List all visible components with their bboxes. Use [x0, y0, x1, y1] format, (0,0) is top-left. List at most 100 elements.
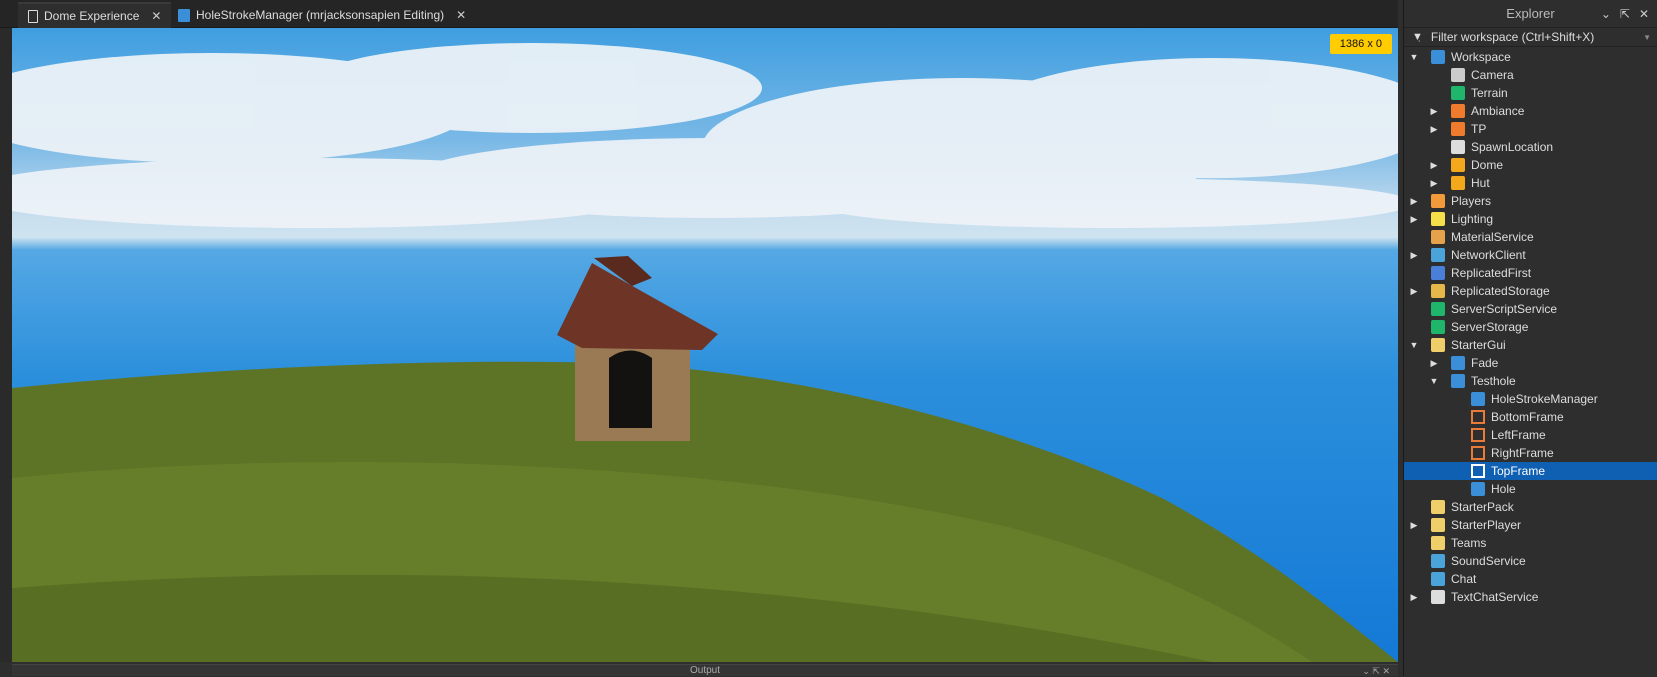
expand-arrow-icon[interactable]: ▶ — [1409, 286, 1419, 297]
startergui-icon — [1431, 338, 1445, 352]
local-script-icon — [178, 8, 190, 22]
holestrokemanager-icon — [1471, 392, 1485, 406]
tree-item-testhole[interactable]: ▼ Testhole — [1404, 372, 1657, 390]
output-panel-header[interactable]: Output ⌄ ⇱ ✕ — [12, 664, 1398, 676]
expand-arrow-icon[interactable]: ▶ — [1429, 358, 1439, 369]
tree-item-label: Dome — [1471, 158, 1504, 172]
tree-item-label: StarterGui — [1451, 338, 1506, 352]
tab-dome-experience[interactable]: Dome Experience ✕ — [18, 2, 172, 28]
serverscriptservice-icon — [1431, 302, 1445, 316]
output-title: Output — [689, 665, 721, 676]
tree-item-networkclient[interactable]: ▶ NetworkClient — [1404, 246, 1657, 264]
tree-item-chat[interactable]: Chat — [1404, 570, 1657, 588]
tree-item-label: Chat — [1451, 572, 1477, 586]
chevron-down-icon[interactable]: ⌄ — [1601, 7, 1611, 21]
tree-item-hole[interactable]: Hole — [1404, 480, 1657, 498]
tree-item-textchatservice[interactable]: ▶ TextChatService — [1404, 588, 1657, 606]
tree-item-holestrokemanager[interactable]: HoleStrokeManager — [1404, 390, 1657, 408]
tree-item-label: ReplicatedStorage — [1451, 284, 1550, 298]
tree-item-ambiance[interactable]: ▶ Ambiance — [1404, 102, 1657, 120]
hut-icon — [1451, 176, 1465, 190]
spawnlocation-icon — [1451, 140, 1465, 154]
fade-icon — [1451, 356, 1465, 370]
dome-icon — [1451, 158, 1465, 172]
tab-holestrokemanager[interactable]: HoleStrokeManager (mrjacksonsapien Editi… — [168, 2, 476, 28]
close-tab-icon[interactable]: ✕ — [456, 8, 466, 22]
tree-item-lighting[interactable]: ▶ Lighting — [1404, 210, 1657, 228]
tree-item-players[interactable]: ▶ Players — [1404, 192, 1657, 210]
expand-arrow-icon[interactable]: ▶ — [1429, 106, 1439, 117]
leftframe-icon — [1471, 428, 1485, 442]
tree-item-starterpack[interactable]: StarterPack — [1404, 498, 1657, 516]
collapse-arrow-icon[interactable]: ▼ — [1409, 52, 1419, 62]
filter-icon[interactable]: ▼̣ — [1412, 31, 1423, 43]
close-icon[interactable]: ✕ — [1639, 7, 1649, 21]
expand-arrow-icon[interactable]: ▶ — [1409, 520, 1419, 531]
chat-icon — [1431, 572, 1445, 586]
tree-item-serverscriptservice[interactable]: ServerScriptService — [1404, 300, 1657, 318]
tree-item-label: TP — [1471, 122, 1487, 136]
filter-placeholder: Filter workspace (Ctrl+Shift+X) — [1430, 30, 1595, 44]
tree-item-label: ServerStorage — [1451, 320, 1529, 334]
tree-item-startergui[interactable]: ▼ StarterGui — [1404, 336, 1657, 354]
tree-item-soundservice[interactable]: SoundService — [1404, 552, 1657, 570]
explorer-title: Explorer — [1506, 6, 1555, 21]
3d-viewport[interactable]: 1386 x 0 — [12, 28, 1398, 662]
tree-item-label: TopFrame — [1491, 464, 1546, 478]
tree-item-label: Ambiance — [1471, 104, 1525, 118]
collapse-arrow-icon[interactable]: ▼ — [1429, 376, 1439, 386]
camera-icon — [1451, 68, 1465, 82]
tree-item-terrain[interactable]: Terrain — [1404, 84, 1657, 102]
tree-item-spawnlocation[interactable]: SpawnLocation — [1404, 138, 1657, 156]
expand-arrow-icon[interactable]: ▶ — [1409, 250, 1419, 261]
tree-item-starterplayer[interactable]: ▶ StarterPlayer — [1404, 516, 1657, 534]
terrain-icon — [1451, 86, 1465, 100]
tree-item-materialservice[interactable]: MaterialService — [1404, 228, 1657, 246]
filter-workspace-input[interactable]: ▼̣ Filter workspace (Ctrl+Shift+X) ▼ — [1404, 28, 1657, 47]
tree-item-replicatedfirst[interactable]: ReplicatedFirst — [1404, 264, 1657, 282]
dropdown-arrow-icon[interactable]: ▼ — [1643, 33, 1651, 42]
tree-item-dome[interactable]: ▶ Dome — [1404, 156, 1657, 174]
tree-item-fade[interactable]: ▶ Fade — [1404, 354, 1657, 372]
expand-arrow-icon[interactable]: ▶ — [1429, 160, 1439, 171]
tree-item-hut[interactable]: ▶ Hut — [1404, 174, 1657, 192]
replicatedfirst-icon — [1431, 266, 1445, 280]
close-tab-icon[interactable]: ✕ — [151, 9, 161, 23]
tree-item-tp[interactable]: ▶ TP — [1404, 120, 1657, 138]
replicatedstorage-icon — [1431, 284, 1445, 298]
tree-item-serverstorage[interactable]: ServerStorage — [1404, 318, 1657, 336]
tree-item-camera[interactable]: Camera — [1404, 66, 1657, 84]
tree-item-label: LeftFrame — [1491, 428, 1546, 442]
collapse-arrow-icon[interactable]: ▼ — [1409, 340, 1419, 350]
expand-arrow-icon[interactable]: ▶ — [1409, 196, 1419, 207]
expand-arrow-icon[interactable]: ▶ — [1409, 214, 1419, 225]
expand-arrow-icon[interactable]: ▶ — [1429, 124, 1439, 135]
tree-item-replicatedstorage[interactable]: ▶ ReplicatedStorage — [1404, 282, 1657, 300]
tree-item-leftframe[interactable]: LeftFrame — [1404, 426, 1657, 444]
tree-item-label: Terrain — [1471, 86, 1508, 100]
expand-arrow-icon[interactable]: ▶ — [1409, 592, 1419, 603]
tree-item-teams[interactable]: Teams — [1404, 534, 1657, 552]
ambiance-icon — [1451, 104, 1465, 118]
tree-item-label: HoleStrokeManager — [1491, 392, 1598, 406]
testhole-icon — [1451, 374, 1465, 388]
tree-item-label: StarterPlayer — [1451, 518, 1522, 532]
tree-item-topframe[interactable]: TopFrame — [1404, 462, 1657, 480]
tree-item-label: SoundService — [1451, 554, 1526, 568]
explorer-header: Explorer ⌄ ⇱ ✕ — [1404, 0, 1657, 28]
tree-item-label: Hole — [1491, 482, 1516, 496]
undock-icon[interactable]: ⇱ — [1620, 7, 1630, 21]
tree-item-workspace[interactable]: ▼ Workspace — [1404, 48, 1657, 66]
tree-item-bottomframe[interactable]: BottomFrame — [1404, 408, 1657, 426]
bottomframe-icon — [1471, 410, 1485, 424]
tree-item-label: Lighting — [1451, 212, 1494, 226]
expand-arrow-icon[interactable]: ▶ — [1429, 178, 1439, 189]
tree-item-label: Fade — [1471, 356, 1499, 370]
tree-item-rightframe[interactable]: RightFrame — [1404, 444, 1657, 462]
tree-item-label: Camera — [1471, 68, 1514, 82]
output-panel-controls[interactable]: ⌄ ⇱ ✕ — [1362, 665, 1390, 677]
tree-item-label: Hut — [1471, 176, 1490, 190]
tree-item-label: ServerScriptService — [1451, 302, 1558, 316]
left-dock-strip — [0, 28, 12, 662]
starterpack-icon — [1431, 500, 1445, 514]
